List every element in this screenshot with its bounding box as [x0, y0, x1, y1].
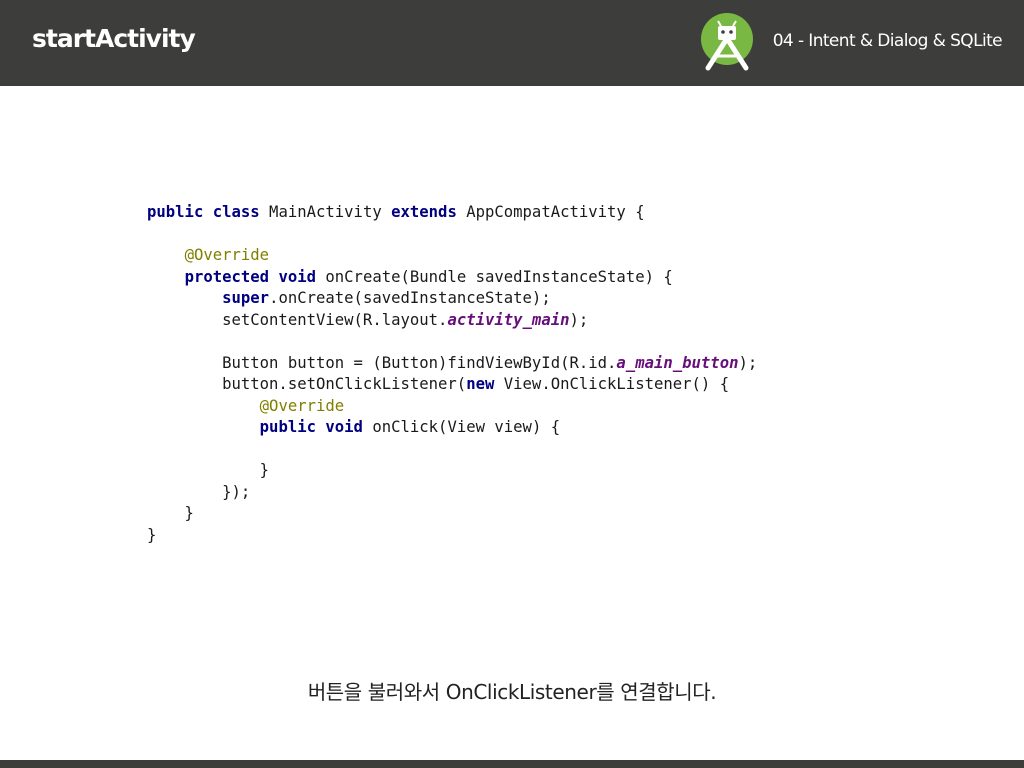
- code-token: new: [466, 375, 495, 393]
- code-line: }: [147, 460, 757, 482]
- code-block: public class MainActivity extends AppCom…: [147, 202, 757, 546]
- code-token: @Override: [259, 396, 345, 415]
- code-token: button.setOnClickListener(: [147, 375, 467, 393]
- android-studio-logo-icon: [701, 13, 753, 71]
- code-token: .onCreate(savedInstanceState);: [269, 289, 551, 307]
- code-line: setContentView(R.layout.activity_main);: [147, 310, 757, 332]
- code-line: @Override: [147, 245, 757, 267]
- code-token: Button button = (Button)findViewById(R.i…: [147, 353, 617, 372]
- slide-subtitle: 04 - Intent & Dialog & SQLite: [772, 31, 1003, 51]
- slide-title: startActivity: [32, 24, 196, 53]
- slide-caption: 버튼을 불러와서 OnClickListener를 연결합니다.: [307, 680, 717, 704]
- code-token: onCreate(Bundle savedInstanceState) {: [316, 267, 673, 286]
- code-line: super.onCreate(savedInstanceState);: [147, 288, 757, 310]
- code-token: }: [147, 525, 157, 544]
- slide-header: startActivity 04 - Intent & Dialog & SQL…: [0, 0, 1024, 86]
- code-token: }: [147, 461, 270, 479]
- code-token: protected void: [184, 267, 316, 286]
- code-token: public void: [259, 418, 363, 436]
- code-line: }: [147, 503, 757, 525]
- code-token: super: [222, 289, 270, 307]
- code-token: AppCompatActivity {: [456, 203, 645, 221]
- code-token: extends: [391, 203, 457, 221]
- bottom-bar: [0, 760, 1024, 768]
- code-token: }: [147, 504, 194, 522]
- code-line: button.setOnClickListener(new View.OnCli…: [147, 374, 757, 396]
- code-token: setContentView(R.layout.: [147, 310, 448, 329]
- code-line: protected void onCreate(Bundle savedInst…: [147, 267, 757, 289]
- code-token: });: [147, 482, 251, 501]
- code-token: MainActivity: [259, 203, 392, 221]
- code-line: });: [147, 482, 757, 504]
- code-line: @Override: [147, 396, 757, 418]
- code-token: @Override: [184, 246, 270, 264]
- code-token: );: [569, 310, 589, 329]
- code-token: onClick(View view) {: [362, 418, 561, 436]
- code-token: );: [738, 353, 758, 372]
- code-token: a_main_button: [616, 353, 739, 372]
- code-token: activity_main: [447, 310, 570, 329]
- code-line: public class MainActivity extends AppCom…: [147, 202, 757, 224]
- code-token: public class: [147, 203, 260, 221]
- code-token: View.OnClickListener() {: [494, 375, 730, 393]
- code-line: }: [147, 525, 757, 547]
- code-line: public void onClick(View view) {: [147, 417, 757, 439]
- code-line: Button button = (Button)findViewById(R.i…: [147, 353, 757, 375]
